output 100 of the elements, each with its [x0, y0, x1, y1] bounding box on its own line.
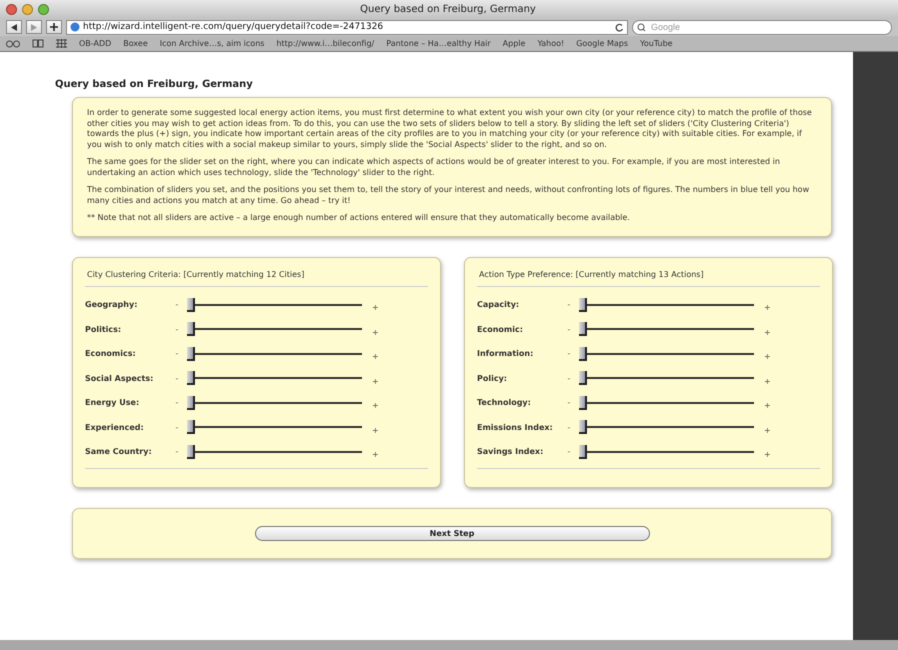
back-button[interactable]	[6, 20, 22, 34]
plus-sign: +	[764, 328, 771, 337]
slider-track[interactable]	[187, 298, 362, 312]
slider-track[interactable]	[187, 420, 362, 434]
bookmark-link[interactable]: Google Maps	[576, 39, 628, 48]
plus-sign: +	[372, 376, 379, 386]
intro-paragraph: ** Note that not all sliders are active – a large enough number of actions entered will ensure that they automatically become available.	[87, 213, 631, 224]
slider-thumb[interactable]	[579, 444, 587, 459]
plus-sign: +	[764, 352, 771, 362]
search-icon	[637, 22, 648, 32]
book-icon[interactable]	[32, 39, 44, 48]
minus-sign: -	[566, 349, 572, 358]
slider-thumb[interactable]	[187, 444, 195, 459]
slider-thumb[interactable]	[579, 371, 587, 386]
plus-sign: +	[372, 450, 379, 460]
intro-paragraph: In order to generate some suggested local energy action items, you must first determine to what extent you wish your own city (or your reference city) to match the profile of those other cities you may wish to get action ideas from. To do this, you can use the two sets of sliders below to tell a story. By sliding the left set of sliders ('City Clustering Criteria') towards the plus (+) sign, you indicate how important certain areas of the city profiles are to you in matching your city (or your reference city) with suitable cities. For example, if you wish to only match cities with a social makeup similar to yours, simply slide the 'Social Aspects' slider to the right, and so on.	[87, 108, 813, 150]
slider-label: Economic:	[477, 324, 524, 334]
minus-sign: -	[174, 349, 180, 358]
slider-track[interactable]	[579, 396, 754, 410]
slider-track[interactable]	[187, 396, 362, 410]
globe-icon	[70, 22, 80, 32]
minus-sign: -	[174, 300, 180, 310]
slider-thumb[interactable]	[579, 298, 587, 312]
slider-label: Emissions Index:	[477, 422, 554, 432]
slider-thumb[interactable]	[187, 396, 195, 410]
slider-label: Energy Use:	[85, 398, 140, 408]
slider-label: Social Aspects:	[85, 374, 154, 383]
slider-label: Policy:	[477, 374, 508, 383]
search-field[interactable]: Google	[632, 20, 892, 34]
minus-sign: -	[566, 398, 572, 408]
minus-sign: -	[174, 447, 180, 456]
slider-label: Capacity:	[477, 300, 520, 310]
slider-track[interactable]	[579, 322, 754, 336]
glasses-icon[interactable]	[6, 40, 20, 48]
intro-paragraph: The same goes for the slider set on the right, where you can indicate which aspects of actions would be of greater interest to you. For example, if you are most interested in undertaking an action which uses technology, slide the 'Technology' slider to the right.	[87, 157, 781, 178]
minus-sign: -	[174, 398, 180, 408]
close-icon[interactable]	[6, 4, 17, 14]
add-bookmark-button[interactable]	[46, 20, 62, 34]
plus-sign: +	[372, 401, 379, 410]
minus-sign: -	[566, 447, 572, 456]
bookmark-link[interactable]: http://www.i…bileconfig/	[276, 39, 374, 48]
bookmark-link[interactable]: OB-ADD	[79, 39, 112, 48]
plus-sign: +	[372, 426, 379, 435]
minus-sign: -	[174, 324, 180, 334]
reload-icon[interactable]	[615, 22, 624, 32]
next-step-button[interactable]: Next Step	[254, 526, 650, 540]
slider-track[interactable]	[579, 444, 754, 459]
panel-title: City Clustering Criteria: [Currently matching 12 Cities]	[85, 264, 428, 286]
minus-sign: -	[566, 422, 572, 432]
plus-sign: +	[764, 303, 771, 312]
slider-label: Information:	[477, 349, 534, 358]
window-title: Query based on Freiburg, Germany	[359, 4, 537, 14]
minus-sign: -	[566, 374, 572, 383]
slider-thumb[interactable]	[187, 298, 195, 312]
bookmark-link[interactable]: Apple	[502, 39, 526, 48]
minus-sign: -	[174, 374, 180, 383]
plus-sign: +	[372, 303, 379, 312]
slider-thumb[interactable]	[579, 396, 587, 410]
slider-track[interactable]	[187, 346, 362, 361]
grid-icon[interactable]	[56, 39, 67, 48]
bookmark-link[interactable]: Icon Archive…s, aim icons	[160, 39, 264, 48]
bookmark-link[interactable]: Boxee	[123, 39, 148, 48]
plus-sign: +	[764, 450, 771, 460]
slider-track[interactable]	[579, 346, 754, 361]
minus-sign: -	[566, 300, 572, 310]
minimize-icon[interactable]	[22, 4, 33, 14]
slider-track[interactable]	[187, 322, 362, 336]
bookmark-link[interactable]: Yahoo!	[537, 39, 564, 48]
plus-icon	[50, 23, 58, 31]
plus-sign: +	[764, 426, 771, 435]
slider-thumb[interactable]	[187, 420, 195, 434]
bookmark-link[interactable]: YouTube	[640, 39, 673, 48]
slider-track[interactable]	[187, 371, 362, 386]
plus-sign: +	[764, 376, 771, 386]
plus-sign: +	[764, 401, 771, 410]
slider-thumb[interactable]	[187, 322, 195, 336]
slider-label: Politics:	[85, 324, 122, 334]
right-arrow-icon	[31, 24, 37, 30]
slider-label: Geography:	[85, 300, 138, 310]
slider-label: Technology:	[477, 398, 532, 408]
slider-track[interactable]	[579, 420, 754, 434]
plus-sign: +	[372, 352, 379, 362]
slider-label: Economics:	[85, 349, 137, 358]
bookmark-link[interactable]: Pantone – Ha…ealthy Hair	[386, 39, 491, 48]
slider-thumb[interactable]	[579, 420, 587, 434]
address-field[interactable]: http://wizard.intelligent-re.com/query/querydetail?code=-2471326	[66, 20, 628, 34]
minus-sign: -	[566, 324, 572, 334]
slider-label: Experienced:	[85, 422, 145, 432]
left-arrow-icon	[11, 24, 17, 30]
slider-track[interactable]	[579, 298, 754, 312]
zoom-icon[interactable]	[38, 4, 49, 14]
plus-sign: +	[372, 328, 379, 337]
slider-thumb[interactable]	[187, 371, 195, 386]
slider-thumb[interactable]	[579, 346, 587, 361]
slider-track[interactable]	[579, 371, 754, 386]
minus-sign: -	[174, 422, 180, 432]
panel-title: Action Type Preference: [Currently matching 13 Actions]	[477, 264, 820, 286]
slider-thumb[interactable]	[187, 346, 195, 361]
slider-track[interactable]	[187, 444, 362, 459]
slider-thumb[interactable]	[579, 322, 587, 336]
